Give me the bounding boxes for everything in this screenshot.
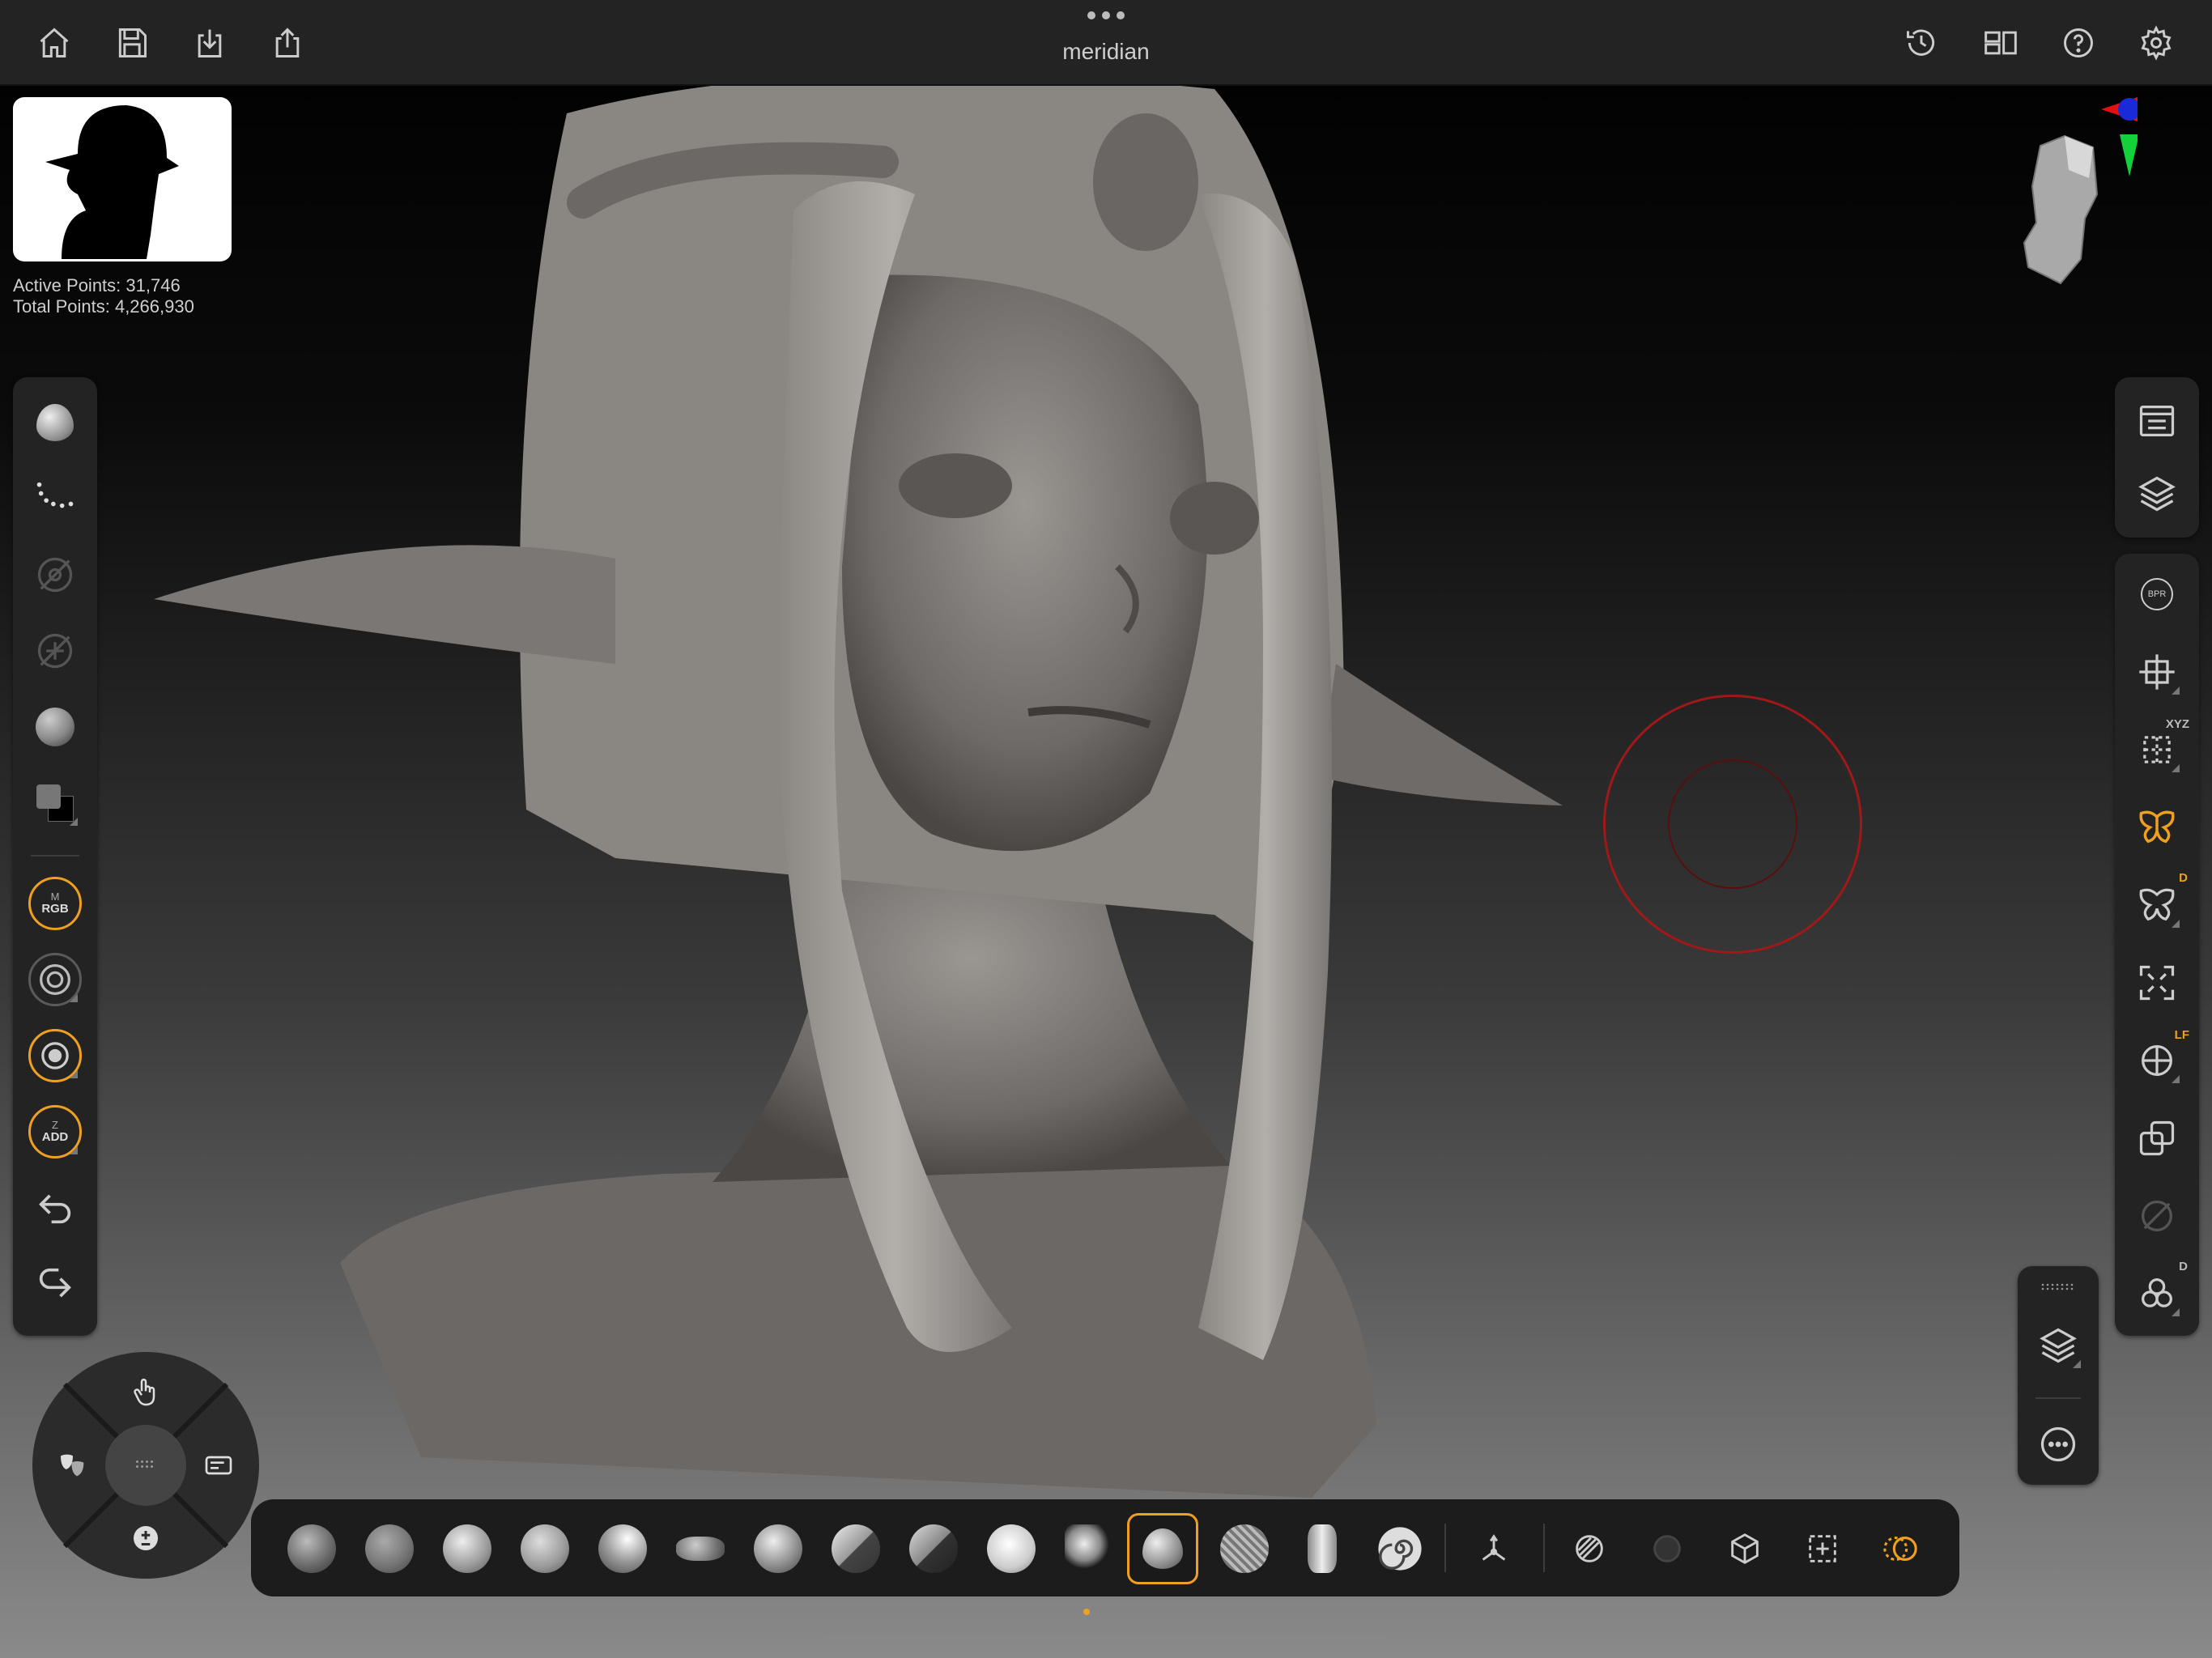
left-toolbar: M RGB Z ADD <box>13 377 97 1336</box>
color-swatch-icon[interactable] <box>26 774 84 832</box>
active-points: Active Points: 31,746 <box>13 275 181 295</box>
redo-icon[interactable] <box>26 1255 84 1313</box>
layout-icon[interactable] <box>1976 18 2026 68</box>
inflate-brush[interactable] <box>591 1517 654 1580</box>
frame-icon[interactable] <box>2128 643 2186 701</box>
sculpt-viewport[interactable] <box>0 86 2212 1658</box>
silhouette-image <box>45 105 179 259</box>
focal-shift-icon[interactable] <box>26 950 84 1009</box>
mask-icon[interactable] <box>1561 1520 1618 1577</box>
smooth-brush[interactable] <box>980 1517 1043 1580</box>
stroke-icon[interactable] <box>26 470 84 528</box>
y-axis-arrow <box>2120 134 2138 176</box>
divider <box>31 855 79 857</box>
home-indicator[interactable] <box>826 1635 1386 1643</box>
dam-standard-brush[interactable] <box>513 1517 576 1580</box>
move-topological-brush[interactable] <box>747 1517 810 1580</box>
floating-layer-panel <box>2018 1266 2099 1485</box>
gesture-pad[interactable] <box>32 1352 259 1579</box>
divider <box>1444 1524 1446 1572</box>
alpha-off-icon[interactable] <box>26 546 84 604</box>
orientation-gizmo[interactable] <box>2016 89 2138 300</box>
divider <box>1543 1524 1545 1572</box>
visibility-cube-icon[interactable] <box>1716 1520 1773 1577</box>
subtools-icon[interactable]: D <box>2128 1260 2188 1323</box>
top-bar: meridian <box>0 0 2212 86</box>
grid-dots-icon <box>136 1460 153 1468</box>
curve-tube-brush[interactable] <box>1291 1517 1354 1580</box>
layers-icon[interactable] <box>2128 465 2186 523</box>
standard-brush[interactable] <box>436 1517 499 1580</box>
frame-mesh-icon[interactable] <box>2128 954 2186 1012</box>
history-icon[interactable] <box>1896 18 1946 68</box>
layer-stack-icon[interactable] <box>2029 1316 2087 1375</box>
bpr-button[interactable]: BPR <box>2128 565 2186 623</box>
notes-icon[interactable] <box>193 1439 245 1491</box>
z-axis-dot <box>2118 98 2138 121</box>
undo-icon[interactable] <box>26 1179 84 1237</box>
clay-tubes-brush[interactable] <box>358 1517 421 1580</box>
brush-cursor-inner <box>1668 759 1797 889</box>
selected-brush[interactable] <box>1127 1513 1198 1584</box>
rgb-toggle[interactable]: M RGB <box>26 874 84 933</box>
divider <box>2035 1397 2081 1399</box>
trim-dynamic-brush[interactable] <box>824 1517 887 1580</box>
more-circle-icon[interactable] <box>2029 1415 2087 1473</box>
zadd-toggle[interactable]: Z ADD <box>26 1103 84 1161</box>
right-top-panel <box>2115 377 2199 538</box>
move-brush[interactable] <box>669 1517 732 1580</box>
help-icon[interactable] <box>2053 18 2104 68</box>
material-icon[interactable] <box>26 698 84 756</box>
local-transform-icon[interactable]: LF <box>2128 1028 2189 1090</box>
point-stats: Active Points: 31,746 Total Points: 4,26… <box>13 275 194 317</box>
masks-icon[interactable] <box>47 1439 99 1491</box>
gizmo-icon[interactable] <box>1465 1520 1522 1577</box>
mesh-insert-brush[interactable] <box>1213 1517 1276 1580</box>
document-title: meridian <box>1062 39 1150 64</box>
radial-symmetry-icon[interactable]: D <box>2128 871 2188 934</box>
dynamic-subdiv-icon[interactable] <box>1872 1520 1929 1577</box>
right-main-panel: BPR XYZ D LF D <box>2115 554 2199 1336</box>
touch-icon[interactable] <box>120 1367 172 1418</box>
mask-off-icon[interactable] <box>1639 1520 1695 1577</box>
settings-icon[interactable] <box>2131 18 2181 68</box>
subtool-list-icon[interactable] <box>2128 392 2186 450</box>
more-options-icon[interactable] <box>1085 11 1127 28</box>
total-points: Total Points: 4,266,930 <box>13 296 194 317</box>
current-brush-icon[interactable] <box>26 393 84 452</box>
intensity-icon[interactable] <box>26 1027 84 1085</box>
polyframe-off-icon[interactable] <box>2128 1187 2186 1245</box>
transparency-icon[interactable] <box>2128 1109 2186 1167</box>
pad-center[interactable] <box>105 1425 186 1506</box>
drag-handle-icon[interactable] <box>2040 1282 2076 1290</box>
spiral-brush[interactable] <box>1368 1517 1431 1580</box>
plus-minus-icon[interactable] <box>120 1512 172 1564</box>
page-indicator <box>1083 1609 1090 1615</box>
brush-bar <box>251 1499 1959 1596</box>
xyz-floor-icon[interactable]: XYZ <box>2128 717 2189 779</box>
snakehook-brush[interactable] <box>1057 1517 1121 1580</box>
symmetry-icon[interactable] <box>2128 798 2186 857</box>
clay-buildup-brush[interactable] <box>280 1517 343 1580</box>
selection-icon[interactable] <box>1794 1520 1851 1577</box>
reference-thumbnail[interactable] <box>13 97 232 261</box>
hpolish-brush[interactable] <box>902 1517 965 1580</box>
texture-off-icon[interactable] <box>26 622 84 680</box>
